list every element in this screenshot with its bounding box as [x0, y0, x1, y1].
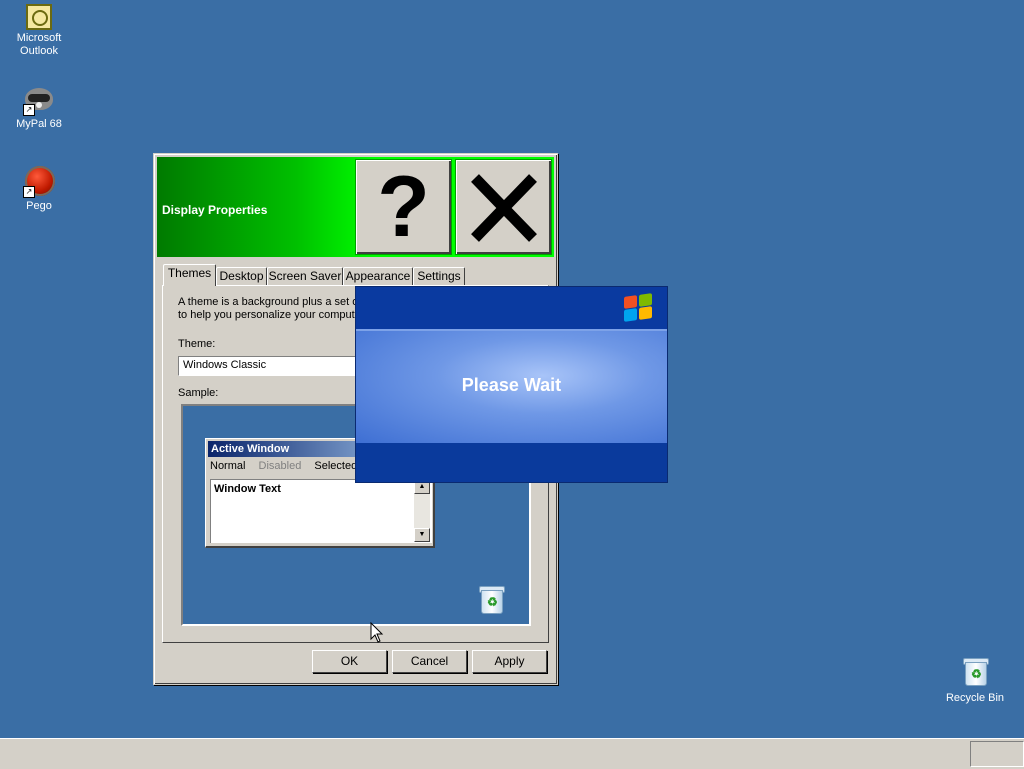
close-button[interactable] — [455, 159, 552, 255]
desktop-icon-pego[interactable]: ↗ Pego — [4, 166, 74, 213]
tab-settings[interactable]: Settings — [413, 267, 465, 285]
sample-recycle-bin-icon: ♻ — [478, 584, 505, 614]
please-wait-header — [356, 287, 667, 329]
recycle-bin-icon: ♻ — [962, 656, 989, 686]
desktop-icon-label: Recycle Bin — [945, 692, 1005, 704]
sample-label: Sample: — [178, 387, 219, 399]
desktop-icon-label: MyPal 68 — [16, 118, 62, 130]
shortcut-arrow-icon: ↗ — [23, 104, 35, 116]
ok-button[interactable]: OK — [312, 650, 387, 673]
question-mark-icon: ? — [377, 159, 430, 255]
title-bar[interactable]: Display Properties ? — [157, 157, 554, 257]
please-wait-body: Please Wait — [356, 329, 667, 443]
desktop-icon-outlook[interactable]: Microsoft Outlook — [4, 4, 74, 58]
apply-button[interactable]: Apply — [472, 650, 547, 673]
please-wait-dialog: Please Wait — [355, 286, 668, 483]
system-tray — [970, 741, 1024, 767]
please-wait-message: Please Wait — [461, 375, 562, 395]
pego-ball-icon: ↗ — [23, 166, 55, 198]
window-title: Display Properties — [162, 203, 268, 217]
cancel-button[interactable]: Cancel — [392, 650, 467, 673]
mouse-cursor-icon — [370, 622, 384, 643]
tab-themes[interactable]: Themes — [163, 264, 216, 286]
theme-dropdown[interactable]: Windows Classic — [178, 356, 378, 376]
shortcut-arrow-icon: ↗ — [23, 186, 35, 198]
desktop-icon-label: Pego — [26, 200, 52, 212]
sample-menu-normal: Normal — [210, 460, 246, 472]
desktop-icon-label: Microsoft — [16, 32, 62, 44]
desktop-icon-recycle-bin[interactable]: ♻ Recycle Bin — [940, 656, 1010, 705]
sample-scrollbar: ▲ ▼ — [414, 480, 430, 542]
tab-screen-saver[interactable]: Screen Saver — [267, 267, 343, 285]
scroll-down-arrow-icon: ▼ — [414, 528, 430, 542]
outlook-icon — [26, 4, 52, 30]
desktop-icon-label: Outlook — [20, 45, 58, 57]
sample-menu-selected: Selected — [314, 460, 358, 472]
sample-menu: Normal Disabled Selected — [210, 460, 367, 472]
windows-logo-icon — [621, 293, 655, 323]
raccoon-icon: ↗ — [23, 84, 55, 116]
help-button[interactable]: ? — [355, 159, 452, 255]
desktop-icon-mypal[interactable]: ↗ MyPal 68 — [4, 84, 74, 131]
tab-appearance[interactable]: Appearance — [343, 267, 413, 285]
taskbar — [0, 738, 1024, 769]
theme-label: Theme: — [178, 338, 216, 350]
sample-window-text-area: Window Text ▲ ▼ — [210, 479, 432, 543]
sample-window-text: Window Text — [214, 483, 281, 495]
close-icon — [471, 174, 537, 242]
sample-menu-disabled: Disabled — [258, 460, 302, 472]
tab-desktop[interactable]: Desktop — [216, 267, 267, 285]
